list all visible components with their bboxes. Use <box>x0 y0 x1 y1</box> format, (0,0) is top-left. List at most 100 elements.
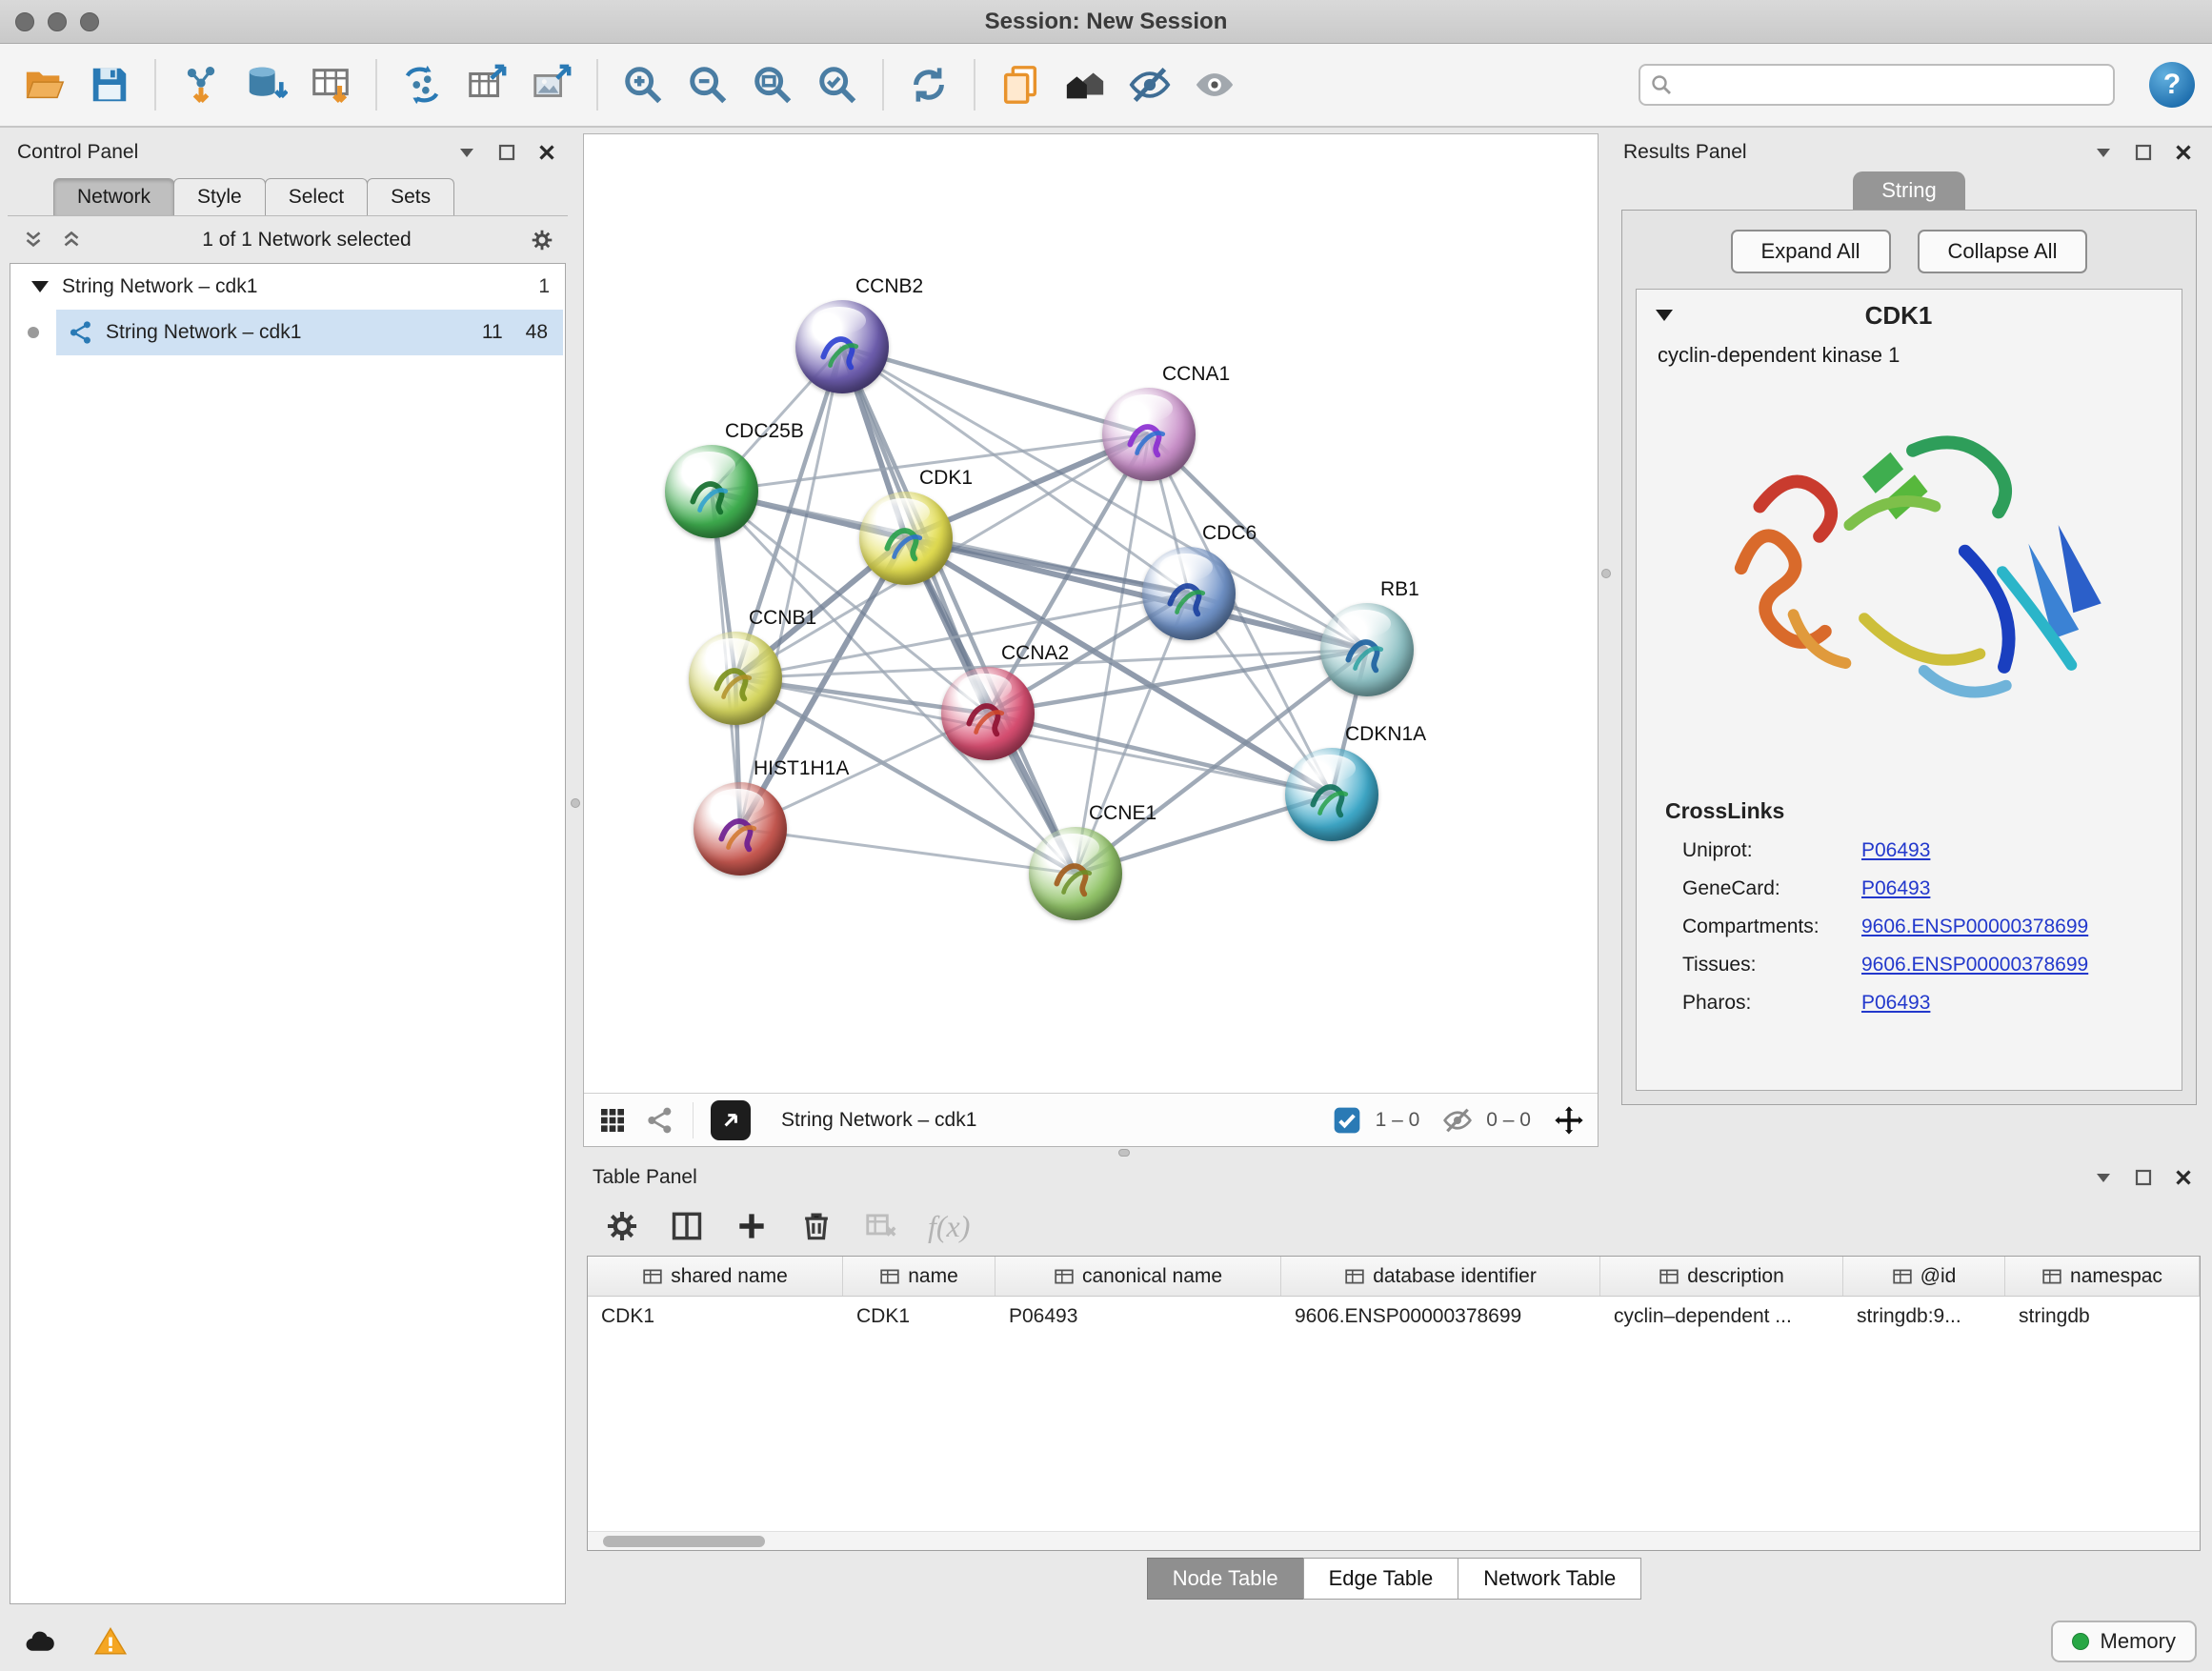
cell-id[interactable]: stringdb:9... <box>1843 1305 2005 1328</box>
network-node-HIST1H1A[interactable] <box>694 782 787 876</box>
cell-name[interactable]: CDK1 <box>843 1305 995 1328</box>
import-network-from-file-button[interactable] <box>173 57 229 112</box>
network-node-CCNA1[interactable] <box>1102 388 1196 481</box>
expand-all-button[interactable]: Expand All <box>1731 230 1891 273</box>
refresh-button[interactable] <box>901 57 956 112</box>
column-header-canonical-name[interactable]: canonical name <box>995 1257 1281 1296</box>
eye-icon <box>1193 63 1237 107</box>
splitter-handle[interactable] <box>1601 569 1611 578</box>
network-node-CCNA2[interactable] <box>941 667 1035 760</box>
panel-collapse-icon[interactable] <box>2092 1166 2115 1189</box>
fit-content-crosshair-icon[interactable] <box>1554 1105 1584 1136</box>
memory-button[interactable]: Memory <box>2051 1621 2197 1662</box>
column-header-id[interactable]: @id <box>1843 1257 2005 1296</box>
cell-namespace[interactable]: stringdb <box>2005 1305 2200 1328</box>
zoom-fit-button[interactable] <box>745 57 800 112</box>
expand-all-icon[interactable] <box>59 228 84 252</box>
network-node-CDC25B[interactable] <box>665 445 758 538</box>
results-splitter[interactable] <box>1599 133 1614 1147</box>
copy-document-button[interactable] <box>993 57 1048 112</box>
network-node-CCNE1[interactable] <box>1029 827 1122 920</box>
show-columns-icon[interactable] <box>669 1208 705 1244</box>
table-row[interactable]: CDK1 CDK1 P06493 9606.ENSP00000378699 cy… <box>588 1297 2200 1337</box>
pharos-link[interactable]: P06493 <box>1861 992 1930 1015</box>
network-node-RB1[interactable] <box>1320 603 1414 696</box>
collapse-all-button[interactable]: Collapse All <box>1918 230 2088 273</box>
tab-style[interactable]: Style <box>173 178 266 215</box>
panel-close-icon[interactable] <box>2172 141 2195 164</box>
help-button[interactable]: ? <box>2149 62 2195 108</box>
save-session-button[interactable] <box>82 57 137 112</box>
network-node-CCNB2[interactable] <box>795 300 889 393</box>
scrollbar-thumb[interactable] <box>603 1536 765 1547</box>
hide-panel-button[interactable] <box>1122 57 1177 112</box>
disclosure-triangle-icon[interactable] <box>31 281 49 292</box>
table-splitter[interactable] <box>583 1147 2204 1158</box>
gear-icon[interactable] <box>530 228 554 252</box>
panel-collapse-icon[interactable] <box>455 141 478 164</box>
warnings-button[interactable] <box>86 1621 135 1662</box>
cell-description[interactable]: cyclin–dependent ... <box>1600 1305 1843 1328</box>
table-settings-gear-icon[interactable] <box>604 1208 640 1244</box>
panel-close-icon[interactable] <box>2172 1166 2195 1189</box>
panel-float-icon[interactable] <box>495 141 518 164</box>
network-collection-row[interactable]: String Network – cdk1 1 <box>10 264 565 310</box>
tissues-link[interactable]: 9606.ENSP00000378699 <box>1861 954 2088 976</box>
import-table-from-file-button[interactable] <box>303 57 358 112</box>
cloud-status-button[interactable] <box>15 1621 65 1662</box>
network-row-selected[interactable]: String Network – cdk1 11 48 <box>10 310 565 355</box>
tab-network[interactable]: Network <box>53 178 174 215</box>
birds-eye-view-icon[interactable] <box>597 1105 628 1136</box>
tab-select[interactable]: Select <box>265 178 368 215</box>
zoom-out-button[interactable] <box>680 57 735 112</box>
open-session-button[interactable] <box>17 57 72 112</box>
add-column-icon[interactable] <box>734 1208 770 1244</box>
control-splitter[interactable] <box>568 133 583 1606</box>
home-views-button[interactable] <box>1057 57 1113 112</box>
genecard-link[interactable]: P06493 <box>1861 877 1930 900</box>
disclosure-triangle-icon[interactable] <box>1656 310 1673 321</box>
tab-edge-table[interactable]: Edge Table <box>1303 1558 1459 1600</box>
panel-close-icon[interactable] <box>535 141 558 164</box>
tab-node-table[interactable]: Node Table <box>1147 1558 1304 1600</box>
network-node-CDK1[interactable] <box>859 492 953 585</box>
network-canvas[interactable]: CCNB2CCNA1CDC25BCDK1CDC6RB1CCNB1CCNA2CDK… <box>584 134 1598 1093</box>
panel-float-icon[interactable] <box>2132 1166 2155 1189</box>
zoom-in-button[interactable] <box>615 57 671 112</box>
splitter-handle[interactable] <box>571 798 580 808</box>
compartments-link[interactable]: 9606.ENSP00000378699 <box>1861 916 2088 938</box>
network-overview-icon[interactable] <box>645 1105 675 1136</box>
panel-float-icon[interactable] <box>2132 141 2155 164</box>
function-builder-icon: f(x) <box>928 1209 970 1244</box>
tab-sets[interactable]: Sets <box>367 178 454 215</box>
splitter-handle[interactable] <box>1118 1149 1130 1157</box>
new-network-button[interactable] <box>394 57 450 112</box>
column-header-namespace[interactable]: namespac <box>2005 1257 2200 1296</box>
panel-collapse-icon[interactable] <box>2092 141 2115 164</box>
column-header-name[interactable]: name <box>843 1257 995 1296</box>
cell-shared-name[interactable]: CDK1 <box>588 1305 843 1328</box>
collapse-all-icon[interactable] <box>21 228 46 252</box>
column-header-database-identifier[interactable]: database identifier <box>1281 1257 1600 1296</box>
column-header-description[interactable]: description <box>1600 1257 1843 1296</box>
detach-view-button[interactable] <box>711 1100 751 1140</box>
cell-database-identifier[interactable]: 9606.ENSP00000378699 <box>1281 1305 1600 1328</box>
tab-network-table[interactable]: Network Table <box>1458 1558 1641 1600</box>
selected-checkbox-icon[interactable] <box>1332 1105 1362 1136</box>
hidden-eye-slash-icon[interactable] <box>1442 1105 1473 1136</box>
network-node-CDC6[interactable] <box>1142 547 1236 640</box>
zoom-selected-button[interactable] <box>810 57 865 112</box>
tab-string[interactable]: String <box>1853 171 1964 210</box>
search-input[interactable] <box>1639 64 2115 106</box>
show-panel-button[interactable] <box>1187 57 1242 112</box>
import-network-from-database-button[interactable] <box>238 57 293 112</box>
network-node-CDKN1A[interactable] <box>1285 748 1378 841</box>
network-node-CCNB1[interactable] <box>689 632 782 725</box>
export-table-button[interactable] <box>459 57 514 112</box>
uniprot-link[interactable]: P06493 <box>1861 839 1930 862</box>
horizontal-scrollbar[interactable] <box>588 1531 2200 1550</box>
delete-column-icon[interactable] <box>798 1208 835 1244</box>
column-header-shared-name[interactable]: shared name <box>588 1257 843 1296</box>
export-image-button[interactable] <box>524 57 579 112</box>
cell-canonical-name[interactable]: P06493 <box>995 1305 1281 1328</box>
